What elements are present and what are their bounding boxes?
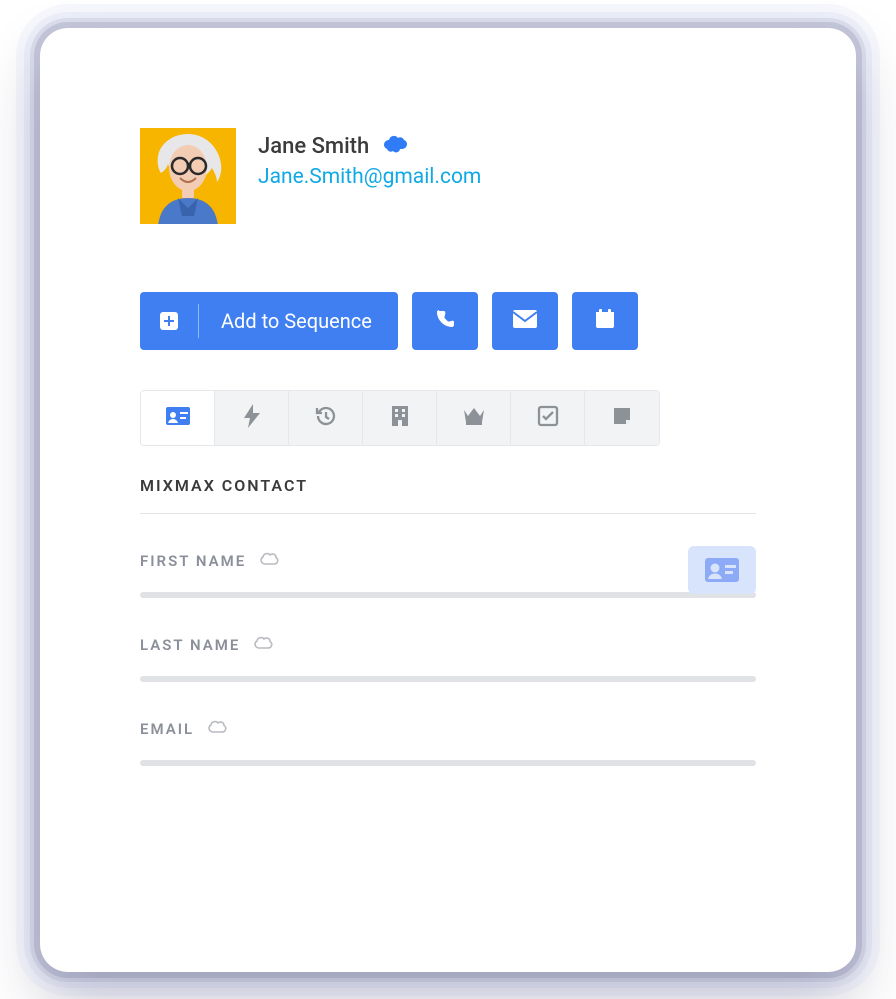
phone-icon: [433, 307, 457, 335]
email-input[interactable]: [140, 760, 756, 766]
section-divider: [140, 513, 756, 514]
email-button[interactable]: [492, 292, 558, 350]
field-last-name: LAST NAME: [140, 634, 756, 682]
first-name-input[interactable]: [140, 592, 756, 598]
plus-icon: [140, 310, 198, 332]
building-icon: [391, 405, 409, 431]
cloud-outline-icon: [250, 634, 276, 656]
tab-crown[interactable]: [437, 391, 511, 445]
cloud-outline-icon: [204, 718, 230, 740]
tab-history[interactable]: [289, 391, 363, 445]
add-to-sequence-label: Add to Sequence: [199, 309, 372, 333]
contact-card-badge[interactable]: [688, 546, 756, 594]
call-button[interactable]: [412, 292, 478, 350]
contact-email[interactable]: Jane.Smith@gmail.com: [258, 165, 481, 189]
field-email: EMAIL: [140, 718, 756, 766]
note-icon: [612, 406, 632, 430]
history-icon: [314, 404, 338, 432]
contact-name-block: Jane Smith Jane.Smith@gmail.com: [258, 128, 481, 189]
add-to-sequence-button[interactable]: Add to Sequence: [140, 292, 398, 350]
first-name-label: FIRST NAME: [140, 552, 246, 570]
action-bar: Add to Sequence: [140, 292, 756, 350]
contact-header: Jane Smith Jane.Smith@gmail.com: [140, 128, 756, 224]
checkbox-icon: [537, 405, 559, 431]
calendar-button[interactable]: [572, 292, 638, 350]
tab-contact[interactable]: [141, 391, 215, 445]
tab-tasks[interactable]: [511, 391, 585, 445]
avatar: [140, 128, 236, 224]
contact-sidebar-panel: Jane Smith Jane.Smith@gmail.com Add to S…: [80, 68, 816, 938]
last-name-input[interactable]: [140, 676, 756, 682]
crown-icon: [462, 406, 486, 430]
cloud-outline-icon: [256, 550, 282, 572]
salesforce-cloud-icon: [381, 134, 409, 158]
email-label: EMAIL: [140, 720, 194, 738]
tab-activity[interactable]: [215, 391, 289, 445]
tab-notes[interactable]: [585, 391, 659, 445]
tab-bar: [140, 390, 660, 446]
mail-icon: [512, 309, 538, 333]
tab-company[interactable]: [363, 391, 437, 445]
id-card-icon: [165, 406, 191, 430]
section-title: MIXMAX CONTACT: [140, 476, 756, 495]
last-name-label: LAST NAME: [140, 636, 240, 654]
panel-frame: Jane Smith Jane.Smith@gmail.com Add to S…: [40, 28, 856, 972]
calendar-icon: [594, 308, 616, 334]
lightning-icon: [244, 404, 260, 432]
field-first-name: FIRST NAME: [140, 550, 756, 598]
contact-name: Jane Smith: [258, 134, 369, 159]
